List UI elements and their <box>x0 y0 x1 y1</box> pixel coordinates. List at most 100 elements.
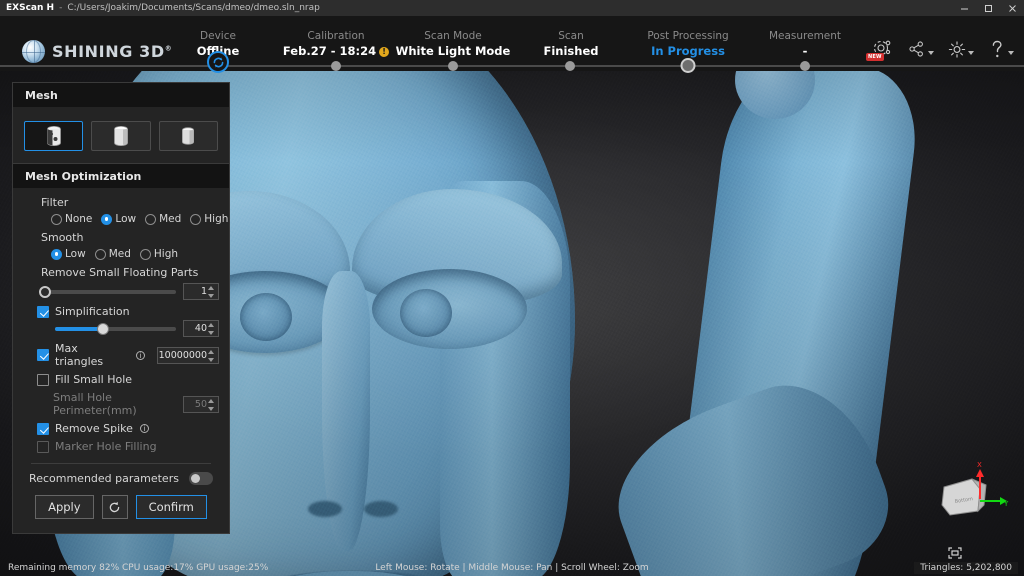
simplification-spinner[interactable]: 40 <box>183 320 219 337</box>
radio-label: Med <box>159 213 181 225</box>
recommended-parameters-toggle[interactable] <box>189 472 213 485</box>
fill-small-hole-row[interactable]: Fill Small Hole <box>37 373 219 386</box>
marker-hole-filling-row: Marker Hole Filling <box>37 440 219 453</box>
radio-dot <box>101 214 112 225</box>
radio-label: Med <box>109 248 131 260</box>
apply-button[interactable]: Apply <box>35 495 93 519</box>
mesh-shaded-button[interactable] <box>91 121 150 151</box>
simplification-checkbox[interactable] <box>37 306 49 318</box>
recommended-parameters-row: Recommended parameters <box>23 472 219 485</box>
small-hole-perimeter-label: Small Hole Perimeter(mm) <box>53 391 173 417</box>
spinner-arrows[interactable] <box>208 322 216 336</box>
exscan-app-window: EXScan H - C:/Users/Joakim/Documents/Sca… <box>0 0 1024 576</box>
simplification-checkbox-row[interactable]: Simplification <box>37 305 219 318</box>
remove-spike-row[interactable]: Remove Spike i <box>37 422 219 435</box>
filter-label: Filter <box>41 196 219 209</box>
info-icon[interactable]: i <box>136 351 145 360</box>
slider-handle[interactable] <box>97 323 109 335</box>
radio-dot <box>190 214 201 225</box>
filter-option-none[interactable]: None <box>51 213 92 225</box>
radio-dot <box>140 249 151 260</box>
smooth-option-high[interactable]: High <box>140 248 178 260</box>
chevron-down-icon[interactable] <box>1008 51 1014 55</box>
close-button[interactable] <box>1000 0 1024 16</box>
radio-label: None <box>65 213 92 225</box>
mesh-optimization-panel: Mesh Optimization Filter None Low Med <box>12 163 230 534</box>
max-triangles-checkbox[interactable] <box>37 349 49 361</box>
max-triangles-spinner[interactable]: 10000000 <box>157 347 219 364</box>
workflow-progress-rail <box>0 60 1024 71</box>
filter-option-low[interactable]: Low <box>101 213 136 225</box>
mesh-optimization-title: Mesh Optimization <box>13 164 229 188</box>
help-icon[interactable] <box>988 36 1014 62</box>
calibration-refresh-icon[interactable] <box>207 51 229 73</box>
minimize-button[interactable] <box>952 0 976 16</box>
mesh-type-buttons <box>13 107 229 164</box>
header-icon-group: NEW <box>868 36 1014 62</box>
rail-node-scan[interactable] <box>448 61 458 71</box>
mesh-plain-button[interactable] <box>159 121 218 151</box>
mesh-panel: Mesh <box>12 82 230 165</box>
maximize-button[interactable] <box>976 0 1000 16</box>
radio-dot <box>95 249 106 260</box>
rail-node-measurement[interactable] <box>800 61 810 71</box>
view-orientation-gizmo[interactable]: Bottom X Y <box>934 461 1012 531</box>
triangle-count-status: Triangles: 5,202,800 <box>914 562 1018 574</box>
mesh-textured-button[interactable] <box>24 121 83 151</box>
step-value: - <box>730 44 880 59</box>
recommended-parameters-label: Recommended parameters <box>29 472 179 485</box>
fill-small-hole-checkbox[interactable] <box>37 374 49 386</box>
small-hole-perimeter-spinner: 50 <box>183 396 219 413</box>
smooth-radio-group: Low Med High <box>51 248 219 260</box>
remove-floating-parts-slider[interactable] <box>41 290 176 294</box>
system-resources-status: Remaining memory 82% CPU usage:17% GPU u… <box>8 563 268 573</box>
mouse-hints-status: Left Mouse: Rotate | Middle Mouse: Pan |… <box>375 563 648 573</box>
spinner-value: 40 <box>195 323 207 334</box>
mesh-panel-title: Mesh <box>13 83 229 107</box>
radio-label: High <box>204 213 228 225</box>
action-button-row: Apply Confirm <box>23 495 219 523</box>
radio-dot <box>145 214 156 225</box>
status-bar: Remaining memory 82% CPU usage:17% GPU u… <box>0 560 1024 576</box>
radio-label: Low <box>65 248 86 260</box>
slider-handle[interactable] <box>39 286 51 298</box>
filter-option-med[interactable]: Med <box>145 213 181 225</box>
chevron-down-icon[interactable] <box>928 51 934 55</box>
small-hole-perimeter-row: Small Hole Perimeter(mm) 50 <box>53 391 219 417</box>
spinner-arrows[interactable] <box>208 349 216 363</box>
spinner-arrows <box>208 398 216 412</box>
workflow-step-measurement[interactable]: Measurement - <box>730 30 880 59</box>
chevron-down-icon[interactable] <box>968 51 974 55</box>
filter-option-high[interactable]: High <box>190 213 228 225</box>
remove-floating-parts-spinner[interactable]: 1 <box>183 283 219 300</box>
info-icon[interactable]: i <box>140 424 149 433</box>
app-name: EXScan H <box>6 3 54 13</box>
remove-spike-label: Remove Spike <box>55 422 133 435</box>
rail-node-finished[interactable] <box>565 61 575 71</box>
filter-radio-group: None Low Med High <box>51 213 219 225</box>
titlebar-separator: - <box>59 3 62 13</box>
radio-dot <box>51 249 62 260</box>
gear-icon[interactable] <box>948 36 974 62</box>
reset-button[interactable] <box>102 495 128 519</box>
rail-node-scan-mode[interactable] <box>331 61 341 71</box>
window-controls <box>952 0 1024 16</box>
gizmo-y-label: Y <box>1003 500 1009 508</box>
confirm-button[interactable]: Confirm <box>136 495 207 519</box>
window-titlebar: EXScan H - C:/Users/Joakim/Documents/Sca… <box>0 0 1024 16</box>
scan-tools-icon[interactable]: NEW <box>868 36 894 62</box>
remove-spike-checkbox[interactable] <box>37 423 49 435</box>
smooth-option-low[interactable]: Low <box>51 248 86 260</box>
fit-to-view-icon[interactable] <box>948 544 962 556</box>
spinner-value: 50 <box>195 399 207 410</box>
share-icon[interactable] <box>908 36 934 62</box>
marker-hole-filling-label: Marker Hole Filling <box>55 440 157 453</box>
smooth-label: Smooth <box>41 231 219 244</box>
smooth-option-med[interactable]: Med <box>95 248 131 260</box>
radio-dot <box>51 214 62 225</box>
rail-node-post-processing[interactable] <box>681 58 696 73</box>
step-label: Measurement <box>730 30 880 43</box>
spinner-arrows[interactable] <box>208 285 216 299</box>
marker-hole-filling-checkbox <box>37 441 49 453</box>
simplification-slider[interactable] <box>55 327 176 331</box>
